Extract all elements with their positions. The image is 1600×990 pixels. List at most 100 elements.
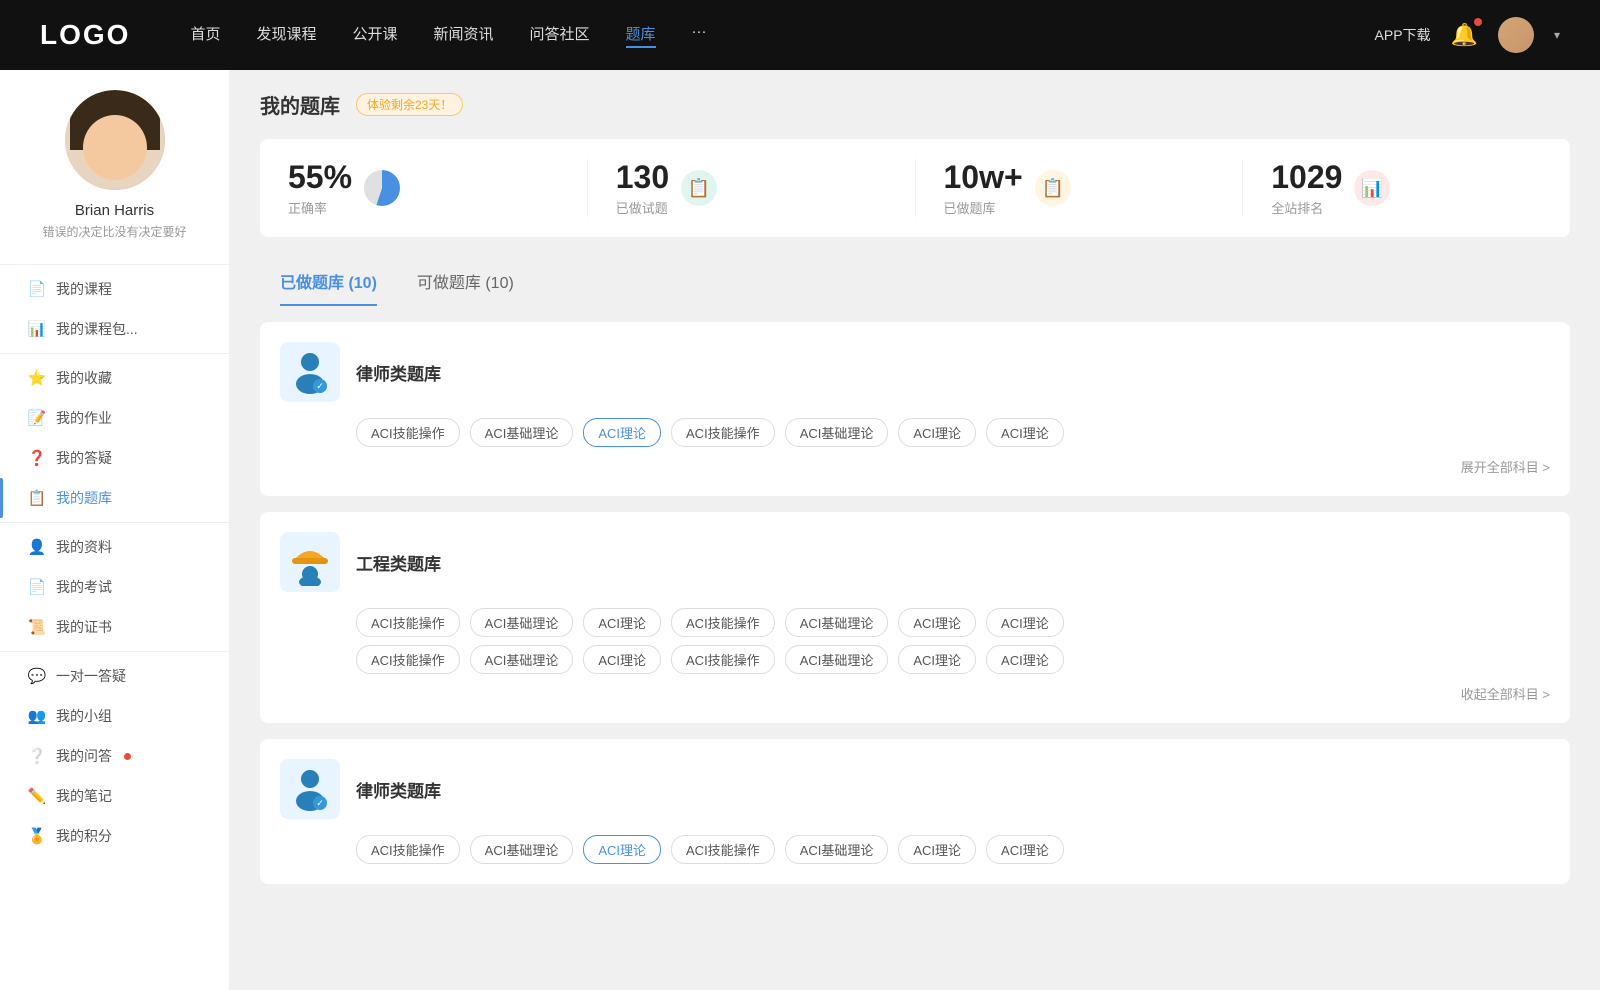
stat-accuracy-values: 55% 正确率: [288, 159, 352, 217]
qbank-icon-lawyer-1: ✓: [280, 342, 340, 402]
tag-e1-t4[interactable]: ACI技能操作: [671, 608, 775, 637]
tag-l2-t6[interactable]: ACI理论: [898, 835, 976, 864]
sidebar-item-label-homework: 我的作业: [56, 408, 112, 428]
stat-done-questions-label: 已做试题: [616, 198, 669, 217]
tags-row-engineer-1: ACI技能操作 ACI基础理论 ACI理论 ACI技能操作 ACI基础理论 AC…: [356, 608, 1550, 637]
tag-l1-t7[interactable]: ACI理论: [986, 418, 1064, 447]
tags-section-lawyer-1: ACI技能操作 ACI基础理论 ACI理论 ACI技能操作 ACI基础理论 AC…: [280, 418, 1550, 476]
sidebar-item-favorites[interactable]: ⭐ 我的收藏: [0, 358, 229, 398]
tag-e2-t4[interactable]: ACI技能操作: [671, 645, 775, 674]
tag-e1-t3[interactable]: ACI理论: [583, 608, 661, 637]
tag-e1-t7[interactable]: ACI理论: [986, 608, 1064, 637]
tags-row-engineer-2: ACI技能操作 ACI基础理论 ACI理论 ACI技能操作 ACI基础理论 AC…: [356, 645, 1550, 674]
sidebar-item-label-questions: 我的问答: [56, 746, 112, 766]
user-avatar[interactable]: [1498, 17, 1534, 53]
sidebar-item-my-qa[interactable]: ❓ 我的答疑: [0, 438, 229, 478]
tag-l2-t7[interactable]: ACI理论: [986, 835, 1064, 864]
tag-e1-t6[interactable]: ACI理论: [898, 608, 976, 637]
sidebar-item-my-profile[interactable]: 👤 我的资料: [0, 527, 229, 567]
nav-app-download[interactable]: APP下载: [1375, 25, 1431, 45]
tag-l1-t6[interactable]: ACI理论: [898, 418, 976, 447]
logo[interactable]: LOGO: [40, 19, 130, 51]
sidebar-item-homework[interactable]: 📝 我的作业: [0, 398, 229, 438]
tag-l2-t5[interactable]: ACI基础理论: [785, 835, 889, 864]
sidebar-item-label-group: 我的小组: [56, 706, 112, 726]
course-pkg-icon: 📊: [28, 320, 46, 338]
nav-bell-button[interactable]: 🔔: [1451, 22, 1478, 48]
sidebar-item-label-qbank: 我的题库: [56, 488, 112, 508]
expand-link-lawyer-1[interactable]: 展开全部科目 >: [356, 457, 1550, 476]
qbank-title-lawyer-1: 律师类题库: [356, 360, 441, 385]
tag-e2-t2[interactable]: ACI基础理论: [470, 645, 574, 674]
stat-done-banks: 10w+ 已做题库 📋: [916, 159, 1244, 217]
collapse-link-engineer[interactable]: 收起全部科目 >: [356, 684, 1550, 703]
my-profile-icon: 👤: [28, 538, 46, 556]
sidebar-item-cert[interactable]: 📜 我的证书: [0, 607, 229, 647]
tag-e2-t1[interactable]: ACI技能操作: [356, 645, 460, 674]
nav-link-more[interactable]: ···: [692, 23, 707, 48]
nav-link-discover[interactable]: 发现课程: [256, 23, 316, 48]
sidebar-item-my-course[interactable]: 📄 我的课程: [0, 269, 229, 309]
tag-l2-t3[interactable]: ACI理论: [583, 835, 661, 864]
tag-e2-t3[interactable]: ACI理论: [583, 645, 661, 674]
sidebar-item-questions[interactable]: ❔ 我的问答: [0, 736, 229, 776]
tag-e2-t5[interactable]: ACI基础理论: [785, 645, 889, 674]
tag-l1-t4[interactable]: ACI技能操作: [671, 418, 775, 447]
sidebar-item-1on1[interactable]: 💬 一对一答疑: [0, 656, 229, 696]
qbank-icon-lawyer-2: ✓: [280, 759, 340, 819]
nav-link-news[interactable]: 新闻资讯: [434, 23, 494, 48]
nav-link-qbank[interactable]: 题库: [626, 23, 656, 48]
sidebar-menu: 📄 我的课程 📊 我的课程包... ⭐ 我的收藏 📝 我的作业 ❓ 我的答疑 �: [0, 269, 229, 856]
nav-link-home[interactable]: 首页: [190, 23, 220, 48]
my-course-icon: 📄: [28, 280, 46, 298]
my-qa-icon: ❓: [28, 449, 46, 467]
sidebar-item-exam[interactable]: 📄 我的考试: [0, 567, 229, 607]
sidebar-item-notes[interactable]: ✏️ 我的笔记: [0, 776, 229, 816]
sidebar-divider-2: [0, 522, 229, 523]
tags-section-engineer: ACI技能操作 ACI基础理论 ACI理论 ACI技能操作 ACI基础理论 AC…: [280, 608, 1550, 703]
sidebar-username: Brian Harris: [75, 202, 154, 219]
sidebar-item-label-notes: 我的笔记: [56, 786, 112, 806]
tag-l2-t1[interactable]: ACI技能操作: [356, 835, 460, 864]
qbank-icon: 📋: [28, 489, 46, 507]
tag-e1-t1[interactable]: ACI技能操作: [356, 608, 460, 637]
tag-l1-t1[interactable]: ACI技能操作: [356, 418, 460, 447]
stat-accuracy-value: 55%: [288, 159, 352, 196]
tags-row-lawyer-2: ACI技能操作 ACI基础理论 ACI理论 ACI技能操作 ACI基础理论 AC…: [356, 835, 1550, 864]
avatar-face: [83, 115, 147, 180]
tag-l1-t2[interactable]: ACI基础理论: [470, 418, 574, 447]
page-body: Brian Harris 错误的决定比没有决定要好 📄 我的课程 📊 我的课程包…: [0, 70, 1600, 990]
tab-todo-banks[interactable]: 可做题库 (10): [397, 261, 534, 305]
nav-link-open[interactable]: 公开课: [352, 23, 397, 48]
qbank-icon-engineer: [280, 532, 340, 592]
tag-l2-t2[interactable]: ACI基础理论: [470, 835, 574, 864]
page-header: 我的题库 体验剩余23天！: [260, 90, 1570, 119]
tag-l1-t3[interactable]: ACI理论: [583, 418, 661, 447]
tab-done-banks[interactable]: 已做题库 (10): [260, 261, 397, 305]
tag-l1-t5[interactable]: ACI基础理论: [785, 418, 889, 447]
sidebar-item-label-favorites: 我的收藏: [56, 368, 112, 388]
stat-done-banks-values: 10w+ 已做题库: [944, 159, 1023, 217]
nav-link-qa[interactable]: 问答社区: [530, 23, 590, 48]
stat-done-questions: 130 已做试题 📋: [588, 159, 916, 217]
nav-right: APP下载 🔔 ▾: [1375, 17, 1560, 53]
sidebar-item-label-1on1: 一对一答疑: [56, 666, 126, 686]
qbank-card-header-engineer: 工程类题库: [280, 532, 1550, 592]
lawyer-svg-icon: ✓: [286, 348, 334, 396]
tag-e2-t7[interactable]: ACI理论: [986, 645, 1064, 674]
sidebar-item-group[interactable]: 👥 我的小组: [0, 696, 229, 736]
tag-e1-t5[interactable]: ACI基础理论: [785, 608, 889, 637]
tag-e1-t2[interactable]: ACI基础理论: [470, 608, 574, 637]
points-icon: 🏅: [28, 827, 46, 845]
user-dropdown-icon[interactable]: ▾: [1554, 28, 1560, 42]
sidebar-item-label-my-qa: 我的答疑: [56, 448, 112, 468]
stat-rank-values: 1029 全站排名: [1271, 159, 1342, 217]
tag-e2-t6[interactable]: ACI理论: [898, 645, 976, 674]
sidebar-item-label-cert: 我的证书: [56, 617, 112, 637]
qbank-card-header-lawyer-2: ✓ 律师类题库: [280, 759, 1550, 819]
tag-l2-t4[interactable]: ACI技能操作: [671, 835, 775, 864]
sidebar-item-qbank[interactable]: 📋 我的题库: [0, 478, 229, 518]
sidebar-item-course-pkg[interactable]: 📊 我的课程包...: [0, 309, 229, 349]
notes-icon: ✏️: [28, 787, 46, 805]
sidebar-item-points[interactable]: 🏅 我的积分: [0, 816, 229, 856]
